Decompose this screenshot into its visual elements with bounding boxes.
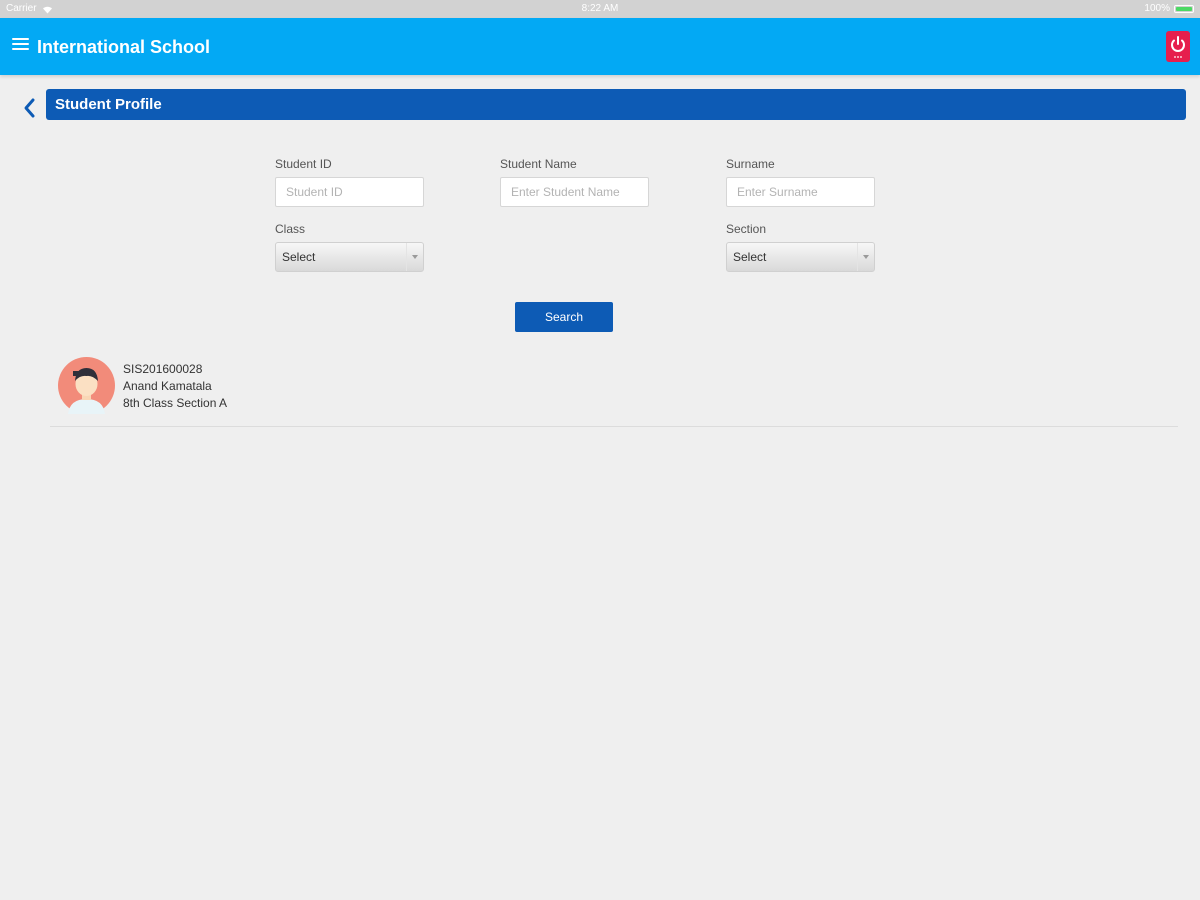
status-bar: Carrier 8:22 AM 100% [0, 0, 1200, 18]
class-select-value: Select [282, 250, 316, 264]
chevron-down-icon [406, 243, 423, 271]
power-icon [1171, 36, 1185, 58]
student-list-item[interactable]: SIS201600028 Anand Kamatala 8th Class Se… [50, 352, 1178, 427]
chevron-down-icon [857, 243, 874, 271]
student-details: SIS201600028 Anand Kamatala 8th Class Se… [123, 361, 227, 412]
class-label: Class [275, 222, 306, 236]
hamburger-icon[interactable] [12, 38, 29, 51]
student-name-label: Student Name [500, 157, 577, 171]
student-id-text: SIS201600028 [123, 362, 203, 376]
battery-fill [1176, 7, 1192, 11]
back-button[interactable] [20, 97, 40, 121]
section-header: Student Profile [46, 89, 1186, 120]
student-avatar-icon [58, 357, 115, 414]
student-id-label: Student ID [275, 157, 332, 171]
chevron-left-icon [24, 98, 35, 118]
student-class-text: 8th Class Section A [123, 396, 228, 410]
app-title: International School [37, 37, 211, 57]
class-select[interactable]: Select [275, 242, 424, 272]
status-time: 8:22 AM [581, 3, 619, 14]
section-select-value: Select [733, 250, 767, 264]
section-title: Student Profile [55, 96, 162, 113]
surname-label: Surname [726, 157, 775, 171]
student-id-input[interactable] [275, 177, 424, 207]
surname-input[interactable] [726, 177, 875, 207]
battery-icon [1174, 5, 1194, 13]
app-header: International School [0, 18, 1200, 75]
battery-indicator: 100% [1144, 0, 1194, 18]
student-name-input[interactable] [500, 177, 649, 207]
search-button[interactable]: Search [515, 302, 613, 332]
student-name-text: Anand Kamatala [123, 379, 212, 393]
section-select[interactable]: Select [726, 242, 875, 272]
section-label: Section [726, 222, 767, 236]
battery-percent: 100% [1144, 3, 1170, 14]
power-button[interactable] [1166, 31, 1190, 62]
